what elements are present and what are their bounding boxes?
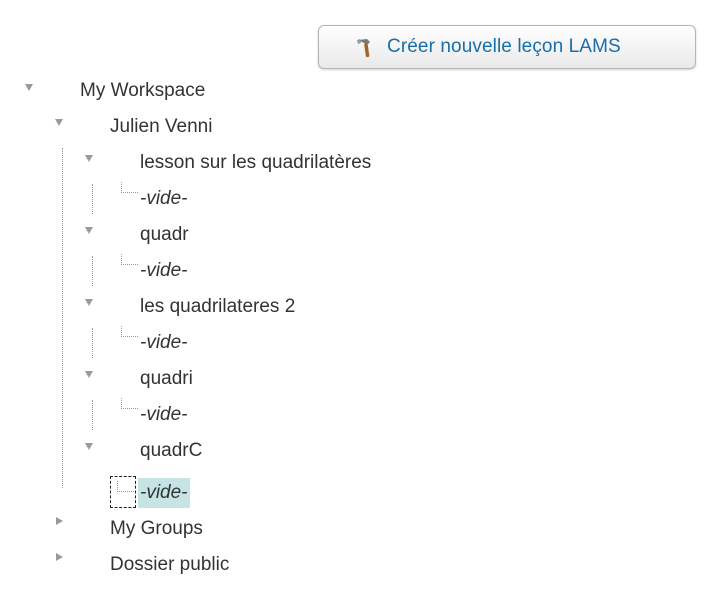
tree-node-empty-selected[interactable]: -vide-	[138, 478, 190, 508]
tree-node-empty: -vide-	[140, 404, 188, 425]
tree-node-lesson-3[interactable]: les quadrilateres 2	[140, 292, 295, 322]
tree-guide-line	[92, 328, 93, 358]
toggle-lesson-4[interactable]	[84, 369, 96, 381]
toggle-my-groups[interactable]	[54, 516, 66, 528]
tree-node-empty: -vide-	[140, 260, 188, 281]
tree-node-lesson-5[interactable]: quadrC	[140, 436, 202, 466]
tree-guide-line	[92, 400, 93, 430]
tree-node-my-groups[interactable]: My Groups	[110, 514, 203, 544]
toggle-lesson-3[interactable]	[84, 297, 96, 309]
toggle-my-workspace[interactable]	[24, 82, 36, 94]
tree-node-empty: -vide-	[140, 332, 188, 353]
tree-node-julien-venni[interactable]: Julien Venni	[110, 112, 212, 142]
tree-node-lesson-2[interactable]: quadr	[140, 220, 189, 250]
workspace-tree: My Workspace Julien Venni lesson sur les…	[0, 0, 724, 600]
tree-node-dossier-public[interactable]: Dossier public	[110, 550, 229, 580]
tree-node-lesson-1[interactable]: lesson sur les quadrilatères	[140, 148, 371, 178]
tree-elbow	[121, 398, 138, 409]
tree-node-lesson-4[interactable]: quadri	[140, 364, 193, 394]
tree-focus-indicator	[110, 476, 136, 508]
tree-guide-line	[92, 256, 93, 286]
toggle-julien-venni[interactable]	[54, 117, 66, 129]
toggle-dossier-public[interactable]	[54, 552, 66, 564]
toggle-lesson-5[interactable]	[84, 441, 96, 453]
tree-node-my-workspace[interactable]: My Workspace	[80, 76, 205, 106]
tree-guide-line	[62, 148, 63, 488]
tree-elbow	[117, 481, 134, 492]
tree-node-empty: -vide-	[140, 188, 188, 209]
toggle-lesson-2[interactable]	[84, 225, 96, 237]
tree-elbow	[121, 182, 138, 193]
tree-elbow	[121, 326, 138, 337]
tree-elbow	[121, 254, 138, 265]
tree-guide-line	[92, 184, 93, 214]
toggle-lesson-1[interactable]	[84, 153, 96, 165]
